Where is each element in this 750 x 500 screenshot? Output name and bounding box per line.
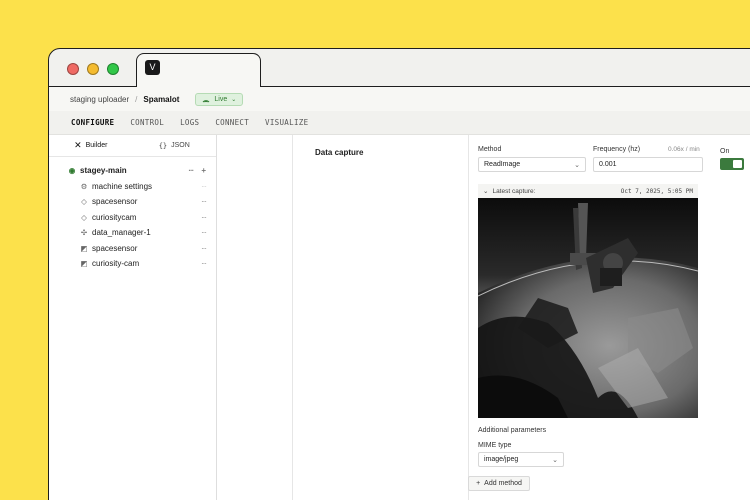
diamond-icon: ◇ xyxy=(81,197,87,207)
tools-icon: ✕ xyxy=(74,140,82,150)
sidebar-item-machine-settings[interactable]: ⚙ machine settings ··· xyxy=(49,179,216,195)
breadcrumb-org[interactable]: staging uploader xyxy=(70,95,129,104)
mime-type-label: MIME type xyxy=(478,442,512,449)
latest-capture-label: Latest capture: xyxy=(492,187,536,195)
data-capture-title: Data capture xyxy=(315,148,364,157)
module-icon: ◩ xyxy=(80,259,88,269)
tab-logs[interactable]: LOGS xyxy=(180,118,199,127)
tree-root-label: stagey-main xyxy=(80,166,127,176)
browser-tab[interactable]: V xyxy=(136,53,261,87)
chevron-down-icon: ⌄ xyxy=(574,161,580,169)
sidebar-item-label: curiosity-cam xyxy=(92,259,140,269)
builder-label: Builder xyxy=(85,142,108,149)
additional-parameters-label: Additional parameters xyxy=(478,427,547,434)
config-main-pane: Data capture Method ReadImage ⌄ Frequenc… xyxy=(218,135,750,500)
breadcrumb-machine[interactable]: Spamalot xyxy=(143,95,179,104)
rover-camera-image xyxy=(478,198,698,418)
method-label: Method xyxy=(478,146,502,153)
latest-capture-header[interactable]: ⌄ Latest capture: Oct 7, 2025, 5:05 PM xyxy=(478,184,698,198)
signal-icon xyxy=(203,99,210,102)
add-method-button[interactable]: + Add method xyxy=(468,476,530,491)
chevron-down-icon: ⌄ xyxy=(483,188,489,195)
column-divider xyxy=(468,135,469,500)
sparkle-icon: ✣ xyxy=(80,228,88,238)
more-icon[interactable]: ··· xyxy=(201,213,207,222)
frequency-value: 0.001 xyxy=(599,161,617,168)
sidebar-item-label: spacesensor xyxy=(92,243,138,253)
sidebar-item-label: data_manager-1 xyxy=(92,228,151,238)
add-method-label: Add method xyxy=(484,480,522,487)
builder-view-button[interactable]: ✕ Builder xyxy=(49,140,133,151)
config-sidebar: ✕ Builder {} JSON ◉ stagey-main ··· + ⚙ … xyxy=(49,135,217,500)
sidebar-item-label: curiositycam xyxy=(92,212,137,222)
sidebar-item-curiosity-cam[interactable]: ◩ curiosity-cam ··· xyxy=(49,256,216,272)
module-icon: ◩ xyxy=(80,243,88,253)
mime-type-value: image/jpeg xyxy=(484,456,519,463)
tab-visualize[interactable]: VISUALIZE xyxy=(265,118,308,127)
more-icon[interactable]: ··· xyxy=(201,228,207,237)
machine-status-icon: ◉ xyxy=(68,166,76,176)
minimize-window-button[interactable] xyxy=(87,63,99,75)
resource-tree: ◉ stagey-main ··· + ⚙ machine settings ·… xyxy=(49,157,216,272)
on-label: On xyxy=(720,148,730,155)
chevron-down-icon: ⌄ xyxy=(552,456,558,464)
sidebar-item-data-manager[interactable]: ✣ data_manager-1 ··· xyxy=(49,225,216,241)
window-controls xyxy=(67,63,119,75)
json-view-button[interactable]: {} JSON xyxy=(133,142,217,150)
breadcrumb: staging uploader / Spamalot Live ⌄ xyxy=(49,87,750,111)
diamond-icon: ◇ xyxy=(81,212,87,222)
status-badge[interactable]: Live ⌄ xyxy=(195,92,244,106)
more-icon[interactable]: ··· xyxy=(201,244,207,253)
sidebar-item-spacesensor[interactable]: ◇ spacesensor ··· xyxy=(49,194,216,210)
latest-capture-image xyxy=(478,198,698,418)
more-icon[interactable]: ··· xyxy=(188,166,194,175)
latest-capture-timestamp: Oct 7, 2025, 5:05 PM xyxy=(620,187,693,195)
tab-configure[interactable]: CONFIGURE xyxy=(71,118,114,127)
sidebar-item-spacesensor-module[interactable]: ◩ spacesensor ··· xyxy=(49,241,216,257)
close-window-button[interactable] xyxy=(67,63,79,75)
capture-enabled-toggle[interactable] xyxy=(720,158,744,170)
app-logo-icon: V xyxy=(145,60,160,75)
maximize-window-button[interactable] xyxy=(107,63,119,75)
braces-icon: {} xyxy=(158,141,168,150)
mime-type-select[interactable]: image/jpeg ⌄ xyxy=(478,452,564,467)
breadcrumb-separator: / xyxy=(135,94,138,104)
sidebar-item-label: spacesensor xyxy=(92,197,138,207)
column-divider xyxy=(292,135,293,500)
sidebar-item-curiositycam[interactable]: ◇ curiositycam ··· xyxy=(49,210,216,226)
add-resource-button[interactable]: + xyxy=(201,166,206,175)
tab-connect[interactable]: CONNECT xyxy=(215,118,249,127)
chevron-down-icon: ⌄ xyxy=(231,96,237,103)
sidebar-item-label: machine settings xyxy=(92,181,153,191)
frequency-input[interactable]: 0.001 xyxy=(593,157,703,172)
app-content: staging uploader / Spamalot Live ⌄ CONFI… xyxy=(49,87,750,500)
frequency-label: Frequency (hz) xyxy=(593,146,641,153)
tree-root-machine[interactable]: ◉ stagey-main ··· + xyxy=(49,163,216,179)
more-icon[interactable]: ··· xyxy=(201,197,207,206)
gear-icon: ⚙ xyxy=(80,181,88,191)
browser-window: V staging uploader / Spamalot Live ⌄ CON… xyxy=(48,48,750,500)
plus-icon: + xyxy=(476,480,481,487)
tab-control[interactable]: CONTROL xyxy=(130,118,164,127)
more-icon[interactable]: ··· xyxy=(201,259,207,268)
json-label: JSON xyxy=(171,142,190,149)
status-label: Live xyxy=(214,95,228,103)
more-icon[interactable]: ··· xyxy=(201,182,207,191)
method-select[interactable]: ReadImage ⌄ xyxy=(478,157,586,172)
method-value: ReadImage xyxy=(484,161,521,168)
view-toggle: ✕ Builder {} JSON xyxy=(49,135,216,157)
main-nav-tabs: CONFIGURE CONTROL LOGS CONNECT VISUALIZE xyxy=(49,111,750,135)
frequency-rate: 0.06x / min xyxy=(668,146,700,153)
